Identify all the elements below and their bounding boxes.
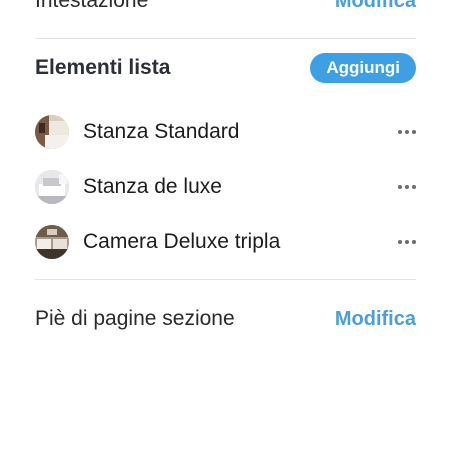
settings-page: Intestazione Modifica Elementi lista Agg… bbox=[0, 0, 450, 450]
footer-row: Piè di pagine sezione Modifica bbox=[35, 303, 416, 335]
header-row: Intestazione Modifica bbox=[35, 0, 416, 16]
list-item[interactable]: Stanza de luxe bbox=[35, 169, 416, 205]
header-section-label: Intestazione bbox=[35, 0, 149, 12]
room-photo-icon bbox=[35, 115, 69, 149]
more-options-icon[interactable] bbox=[386, 177, 416, 197]
list-section-title: Elementi lista bbox=[35, 56, 171, 79]
list-item-label: Camera Deluxe tripla bbox=[83, 230, 281, 253]
header-edit-link[interactable]: Modifica bbox=[335, 0, 416, 13]
footer-edit-link[interactable]: Modifica bbox=[335, 308, 416, 331]
room-photo-icon bbox=[35, 225, 69, 259]
more-options-icon[interactable] bbox=[386, 122, 416, 142]
list-item[interactable]: Camera Deluxe tripla bbox=[35, 224, 416, 260]
list-item-label: Stanza Standard bbox=[83, 120, 240, 143]
divider bbox=[35, 279, 416, 280]
list-section-header: Elementi lista Aggiungi bbox=[35, 52, 416, 84]
footer-section-label: Piè di pagine sezione bbox=[35, 307, 235, 330]
list-item-label: Stanza de luxe bbox=[83, 175, 222, 198]
add-item-button[interactable]: Aggiungi bbox=[310, 53, 416, 83]
list-item[interactable]: Stanza Standard bbox=[35, 114, 416, 150]
divider bbox=[35, 38, 416, 39]
more-options-icon[interactable] bbox=[386, 232, 416, 252]
room-photo-icon bbox=[35, 170, 69, 204]
